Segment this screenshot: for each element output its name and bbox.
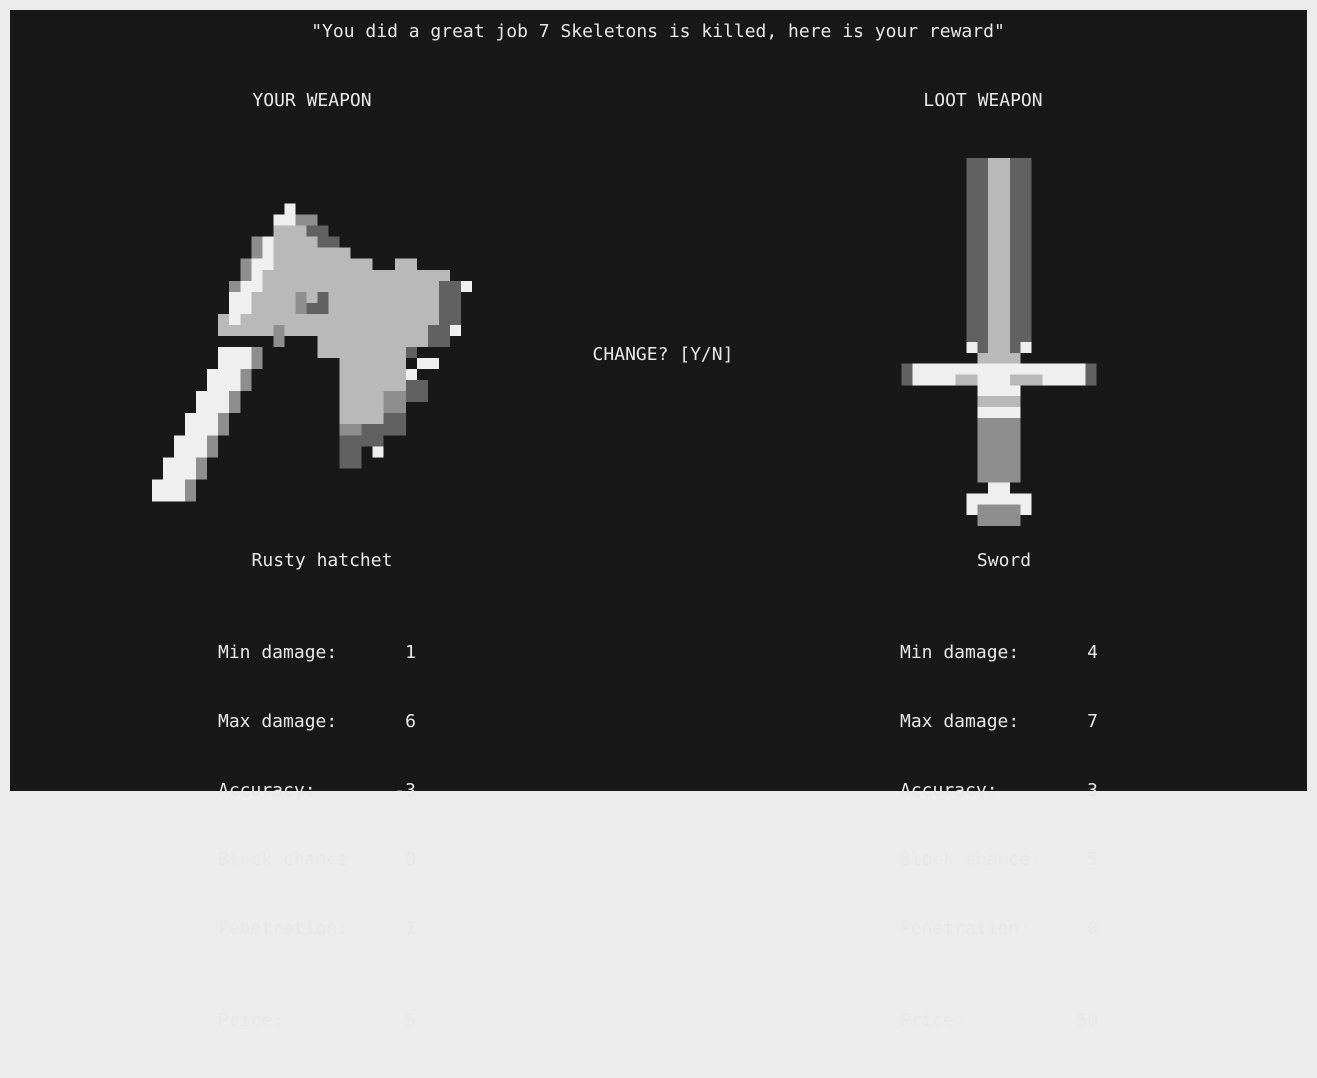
loot-weapon-heading: LOOT WEAPON	[923, 90, 1043, 111]
stat-label: Accuracy:	[900, 780, 998, 801]
stat-row: Block chance: 5	[900, 848, 1098, 871]
stat-label: Penetration:	[900, 918, 1031, 939]
stat-value: 7	[1087, 711, 1098, 732]
stat-value: 5	[1087, 849, 1098, 870]
stat-value: 0	[1087, 918, 1098, 939]
loot-weapon-name: Sword	[976, 550, 1032, 571]
stat-value: 1	[405, 642, 416, 663]
stat-value: 3	[1087, 780, 1098, 801]
stat-value: 4	[1087, 642, 1098, 663]
price-label: Price:	[900, 1010, 966, 1031]
stat-value: 0	[405, 849, 416, 870]
stat-value: 6	[405, 711, 416, 732]
your-weapon-name: Rusty hatchet	[251, 550, 393, 571]
stat-label: Penetration:	[218, 918, 349, 939]
stat-label: Accuracy:	[218, 780, 316, 801]
game-screen: "You did a great job 7 Skeletons is kill…	[10, 10, 1307, 1031]
stat-row: Block chance: 0	[218, 848, 416, 871]
stat-row: Penetration: 1	[218, 917, 416, 940]
price-row: Price: 50	[900, 1009, 1098, 1032]
loot-weapon-stats: Min damage: 4 Max damage: 7 Accuracy: 3 Blo…	[900, 595, 1098, 1078]
stat-label: Max damage:	[900, 711, 1020, 732]
sword-icon	[901, 158, 1097, 526]
stat-row: Min damage: 1	[218, 641, 416, 664]
price-label: Price:	[218, 1010, 284, 1031]
your-weapon-heading: YOUR WEAPON	[252, 90, 372, 111]
hatchet-icon	[152, 203, 472, 502]
price-value: 5	[405, 1010, 416, 1031]
stat-label: Min damage:	[218, 642, 338, 663]
your-weapon-stats: Min damage: 1 Max damage: 6 Accuracy: -3 Bl…	[218, 595, 416, 1078]
stat-row: Max damage: 6	[218, 710, 416, 733]
stat-row: Accuracy: 3	[900, 779, 1098, 802]
change-prompt[interactable]: CHANGE? [Y/N]	[593, 343, 734, 366]
price-value: 50	[1076, 1010, 1098, 1031]
stat-row: Max damage: 7	[900, 710, 1098, 733]
stat-label: Min damage:	[900, 642, 1020, 663]
stat-value: 1	[405, 918, 416, 939]
stat-value: -3	[394, 780, 416, 801]
price-row: Price: 5	[218, 1009, 416, 1032]
reward-message: "You did a great job 7 Skeletons is kill…	[311, 21, 1005, 42]
stat-row: Penetration: 0	[900, 917, 1098, 940]
stat-label: Max damage:	[218, 711, 338, 732]
stat-row: Accuracy: -3	[218, 779, 416, 802]
stat-row: Min damage: 4	[900, 641, 1098, 664]
stat-label: Block chance:	[900, 849, 1041, 870]
stat-label: Block chance:	[218, 849, 359, 870]
